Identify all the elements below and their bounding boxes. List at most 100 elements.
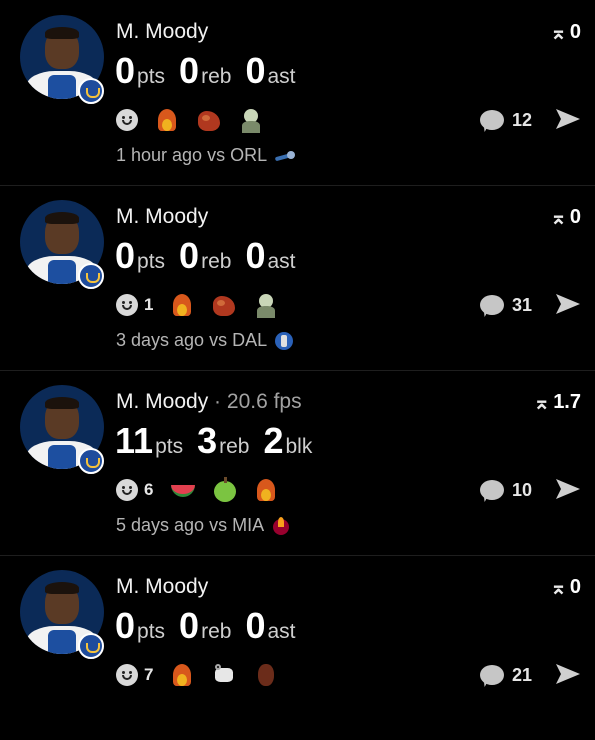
comment-count: 12: [512, 109, 533, 130]
stat-unit: reb: [201, 250, 232, 273]
stat-line: 0pts 0reb 0ast: [115, 605, 309, 647]
stat-value: 0: [245, 235, 266, 276]
stat-unit: pts: [137, 250, 166, 273]
flame-icon[interactable]: [169, 662, 195, 688]
vote-control[interactable]: ⌅ 0: [550, 205, 581, 229]
stat-value: 11: [115, 420, 154, 461]
stat-unit: reb: [219, 435, 250, 458]
comments-button[interactable]: 21: [480, 663, 532, 687]
comment-count: 31: [512, 294, 533, 315]
game-time: 1 hour ago vs ORL: [116, 145, 268, 165]
player-name[interactable]: M. Moody: [116, 20, 208, 44]
comment-count: 10: [512, 479, 533, 500]
green-apple-icon[interactable]: [211, 477, 237, 503]
stat-unit: ast: [267, 250, 296, 273]
reaction-bar: 7: [116, 662, 279, 688]
share-icon[interactable]: [554, 292, 582, 316]
stat-unit: ast: [267, 65, 296, 88]
share-icon[interactable]: [554, 477, 582, 501]
player-name[interactable]: M. Moody: [116, 575, 208, 599]
share-icon[interactable]: [554, 107, 582, 131]
upvote-icon[interactable]: ⌅: [550, 20, 567, 45]
stat-value: 0: [179, 50, 200, 91]
feed-card[interactable]: M. Moody · 20.6 fps 11pts 3reb 2blk 6 10 ⌅…: [0, 370, 595, 555]
comments-button[interactable]: 12: [480, 108, 532, 132]
game-meta: 5 days ago vs MIA: [116, 515, 292, 536]
feed-card[interactable]: M. Moody 0pts 0reb 0ast 1 31 ⌅ 0 3 days ag…: [0, 185, 595, 370]
feed-card[interactable]: M. Moody 0pts 0reb 0ast 12 ⌅ 0 1 hour ago …: [0, 0, 595, 185]
reaction-bar: 1: [116, 292, 279, 318]
vote-control[interactable]: ⌅ 0: [550, 20, 581, 44]
flame-icon[interactable]: [169, 292, 195, 318]
comments-button[interactable]: 10: [480, 478, 532, 502]
comment-bubble-icon: [480, 665, 504, 685]
muscle-icon[interactable]: [196, 107, 222, 133]
comment-bubble-icon: [480, 480, 504, 500]
face-icon[interactable]: [253, 662, 279, 688]
add-reaction-icon[interactable]: [116, 294, 138, 316]
vote-control[interactable]: ⌅ 0: [550, 575, 581, 599]
team-badge-icon: [78, 633, 104, 659]
stat-value: 2: [263, 420, 284, 461]
share-icon[interactable]: [554, 662, 582, 686]
stat-line: 0pts 0reb 0ast: [115, 235, 309, 277]
baby-icon[interactable]: [238, 107, 264, 133]
comment-bubble-icon: [480, 295, 504, 315]
stat-unit: pts: [137, 65, 166, 88]
reaction-count: 6: [144, 480, 154, 499]
stat-value: 0: [179, 605, 200, 646]
reaction-count: 7: [144, 665, 154, 684]
stat-unit: reb: [201, 620, 232, 643]
comment-count: 21: [512, 664, 533, 685]
stat-value: 3: [197, 420, 218, 461]
upvote-icon[interactable]: ⌅: [550, 205, 567, 230]
stat-value: 0: [115, 235, 136, 276]
stat-unit: reb: [201, 65, 232, 88]
team-badge-icon: [78, 448, 104, 474]
upvote-icon[interactable]: ⌅: [550, 575, 567, 600]
game-time: 5 days ago vs MIA: [116, 515, 265, 535]
mavericks-logo-icon: [273, 331, 295, 350]
stat-value: 0: [245, 605, 266, 646]
name-separator: ·: [214, 390, 222, 413]
upvote-icon[interactable]: ⌅: [533, 390, 550, 415]
team-badge-icon: [78, 78, 104, 104]
flame-icon[interactable]: [154, 107, 180, 133]
watermelon-icon[interactable]: [169, 477, 196, 503]
player-name[interactable]: M. Moody: [116, 205, 208, 229]
magic-logo-icon: [273, 147, 296, 165]
heat-logo-icon: [270, 516, 292, 535]
baby-icon[interactable]: [253, 292, 279, 318]
comments-button[interactable]: 31: [480, 293, 532, 317]
reaction-count: 1: [144, 295, 154, 314]
stat-line: 0pts 0reb 0ast: [115, 50, 309, 92]
vote-score: 0: [569, 20, 581, 43]
game-time: 3 days ago vs DAL: [116, 330, 268, 350]
player-name[interactable]: M. Moody · 20.6 fps: [116, 390, 302, 414]
feed-card[interactable]: M. Moody 0pts 0reb 0ast 7 21 ⌅ 0: [0, 555, 595, 740]
vote-score: 0: [569, 205, 581, 228]
add-reaction-icon[interactable]: [116, 479, 138, 501]
vote-score: 1.7: [553, 390, 581, 413]
stat-unit: pts: [155, 435, 184, 458]
stat-value: 0: [115, 605, 136, 646]
goat-icon[interactable]: [211, 662, 237, 688]
stat-value: 0: [115, 50, 136, 91]
vote-control[interactable]: ⌅ 1.7: [533, 390, 581, 414]
add-reaction-icon[interactable]: [116, 664, 138, 686]
flame-icon[interactable]: [253, 477, 279, 503]
reaction-bar: [116, 107, 264, 133]
stat-unit: ast: [267, 620, 296, 643]
team-badge-icon: [78, 263, 104, 289]
game-meta: 1 hour ago vs ORL: [116, 145, 296, 166]
reaction-bar: 6: [116, 477, 279, 503]
stat-value: 0: [245, 50, 266, 91]
game-meta: 3 days ago vs DAL: [116, 330, 295, 351]
stat-value: 0: [179, 235, 200, 276]
add-reaction-icon[interactable]: [116, 109, 138, 131]
fantasy-points: 20.6 fps: [226, 390, 302, 413]
muscle-icon[interactable]: [211, 292, 237, 318]
stat-line: 11pts 3reb 2blk: [115, 420, 326, 462]
vote-score: 0: [569, 575, 581, 598]
comment-bubble-icon: [480, 110, 504, 130]
